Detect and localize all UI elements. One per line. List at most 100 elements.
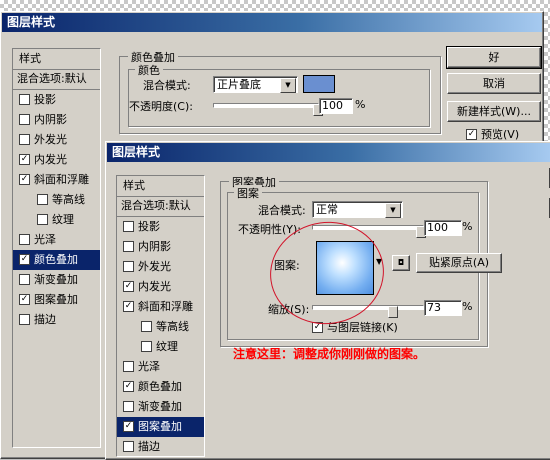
checkbox-icon[interactable] xyxy=(19,113,30,125)
style-item[interactable]: ✓ 图案叠加 xyxy=(13,290,100,310)
style-item[interactable]: 描边 xyxy=(117,437,204,456)
style-item-label: 斜面和浮雕 xyxy=(34,173,89,186)
checkbox-checked-icon[interactable]: ✓ xyxy=(19,293,30,305)
style-item[interactable]: 纹理 xyxy=(117,337,204,357)
checkbox-checked-icon[interactable]: ✓ xyxy=(123,380,134,392)
style-item-label: 斜面和浮雕 xyxy=(138,300,193,313)
checkbox-checked-icon[interactable]: ✓ xyxy=(19,253,30,265)
style-item[interactable]: ✓ 斜面和浮雕 xyxy=(13,170,100,190)
style-item[interactable]: ✓ 内发光 xyxy=(13,150,100,170)
checkbox-icon[interactable] xyxy=(141,320,152,332)
checkbox-icon[interactable] xyxy=(123,220,134,232)
styles-header: 样式 xyxy=(117,176,204,197)
checkbox-icon[interactable] xyxy=(141,340,152,352)
style-item-label: 内阴影 xyxy=(34,113,67,126)
checkbox-icon[interactable] xyxy=(123,400,134,412)
chevron-down-icon: ▼ xyxy=(280,78,296,93)
style-item-label: 光泽 xyxy=(34,233,56,246)
style-item-label: 光泽 xyxy=(138,360,160,373)
style-item[interactable]: 渐变叠加 xyxy=(117,397,204,417)
blend-mode-label: 混合模式: xyxy=(143,79,191,92)
style-item[interactable]: 投影 xyxy=(13,90,100,110)
checkbox-icon[interactable] xyxy=(19,313,30,325)
overlay-color-swatch[interactable] xyxy=(303,75,335,93)
percent-sign: % xyxy=(462,220,473,233)
checkbox-icon[interactable] xyxy=(123,440,134,452)
style-item-label: 图案叠加 xyxy=(34,293,78,306)
style-item[interactable]: ✓ 颜色叠加 xyxy=(13,250,100,270)
style-item-label: 外发光 xyxy=(138,260,171,273)
checkbox-checked-icon[interactable]: ✓ xyxy=(19,173,30,185)
percent-sign: % xyxy=(462,300,473,313)
checkbox-checked-icon[interactable]: ✓ xyxy=(123,420,134,432)
styles-list: 样式 混合选项:默认 投影 内阴影 外发光 ✓ 内发光 ✓ 斜面和浮雕 等高线 纹理 光泽 ✓ 颜色叠… xyxy=(116,175,205,457)
style-item-label: 等高线 xyxy=(156,320,189,333)
style-item-label: 图案叠加 xyxy=(138,420,182,433)
checkbox-checked-icon[interactable]: ✓ xyxy=(123,280,134,292)
checkbox-icon[interactable] xyxy=(37,193,48,205)
blend-mode-select[interactable]: 正常 ▼ xyxy=(312,201,403,218)
opacity-input[interactable]: 100 xyxy=(424,220,462,236)
style-item-label: 颜色叠加 xyxy=(138,380,182,393)
style-item[interactable]: 等高线 xyxy=(117,317,204,337)
style-item[interactable]: ✓ 颜色叠加 xyxy=(117,377,204,397)
style-item-label: 投影 xyxy=(34,93,56,106)
checkbox-icon[interactable] xyxy=(123,240,134,252)
subgroup-title: 图案 xyxy=(234,185,262,201)
blend-mode-value: 正常 xyxy=(316,203,338,216)
checkbox-icon[interactable] xyxy=(37,213,48,225)
blend-mode-value: 正片叠底 xyxy=(217,78,261,91)
checkbox-icon[interactable] xyxy=(19,233,30,245)
percent-sign: % xyxy=(355,98,366,111)
style-item-label: 描边 xyxy=(138,440,160,453)
blend-mode-label: 混合模式: xyxy=(258,204,306,217)
blend-options-item[interactable]: 混合选项:默认 xyxy=(13,69,100,90)
style-item[interactable]: 外发光 xyxy=(13,130,100,150)
new-style-button[interactable]: 新建样式(W)... xyxy=(447,101,541,122)
scale-slider-thumb[interactable] xyxy=(387,306,398,318)
style-item-label: 颜色叠加 xyxy=(34,253,78,266)
blend-mode-select[interactable]: 正片叠底 ▼ xyxy=(213,76,298,93)
style-item[interactable]: ✓ 内发光 xyxy=(117,277,204,297)
style-item-label: 内发光 xyxy=(34,153,67,166)
style-item-label: 等高线 xyxy=(52,193,85,206)
style-item[interactable]: 内阴影 xyxy=(117,237,204,257)
style-item[interactable]: 光泽 xyxy=(117,357,204,377)
checkbox-icon[interactable] xyxy=(19,133,30,145)
checkbox-checked-icon[interactable]: ✓ xyxy=(123,300,134,312)
checkbox-icon[interactable] xyxy=(19,93,30,105)
color-overlay-group: 颜色叠加 颜色 混合模式: 正片叠底 ▼ 不透明度(C): 100 % xyxy=(119,49,441,134)
style-item[interactable]: 描边 xyxy=(13,310,100,330)
blend-options-item[interactable]: 混合选项:默认 xyxy=(117,196,204,217)
style-item-label: 内阴影 xyxy=(138,240,171,253)
subgroup-title: 颜色 xyxy=(135,62,163,78)
style-item[interactable]: 外发光 xyxy=(117,257,204,277)
dialog-title: 图层样式 xyxy=(107,143,550,162)
opacity-slider[interactable] xyxy=(213,103,319,108)
styles-header: 样式 xyxy=(13,49,100,70)
checkbox-checked-icon[interactable]: ✓ xyxy=(19,153,30,165)
snap-to-origin-button[interactable]: 贴紧原点(A) xyxy=(416,253,502,273)
cancel-button[interactable]: 取消 xyxy=(447,73,541,94)
style-item[interactable]: ✓ 图案叠加 xyxy=(117,417,204,437)
style-item[interactable]: 内阴影 xyxy=(13,110,100,130)
checkbox-icon[interactable] xyxy=(123,260,134,272)
checkbox-icon[interactable] xyxy=(123,360,134,372)
style-item[interactable]: 纹理 xyxy=(13,210,100,230)
new-preset-icon[interactable]: ◘ xyxy=(392,255,410,271)
style-item[interactable]: ✓ 斜面和浮雕 xyxy=(117,297,204,317)
style-item-label: 纹理 xyxy=(52,213,74,226)
style-item[interactable]: 渐变叠加 xyxy=(13,270,100,290)
style-item[interactable]: 等高线 xyxy=(13,190,100,210)
styles-list: 样式 混合选项:默认 投影内阴影外发光 ✓ 内发光 ✓ 斜面和浮雕等高线纹理光泽 ✓ 颜色叠… xyxy=(12,48,101,448)
checkbox-icon[interactable] xyxy=(19,273,30,285)
preview-checkbox[interactable]: ✓ 预览(V) xyxy=(466,126,519,142)
opacity-input[interactable]: 100 xyxy=(319,98,353,114)
checkbox-checked-icon: ✓ xyxy=(466,128,477,140)
style-item-label: 纹理 xyxy=(156,340,178,353)
ok-button[interactable]: 好 xyxy=(446,46,542,69)
scale-input[interactable]: 73 xyxy=(424,300,462,316)
color-subgroup: 颜色 混合模式: 正片叠底 ▼ 不透明度(C): 100 % xyxy=(128,62,430,127)
style-item[interactable]: 投影 xyxy=(117,217,204,237)
style-item[interactable]: 光泽 xyxy=(13,230,100,250)
